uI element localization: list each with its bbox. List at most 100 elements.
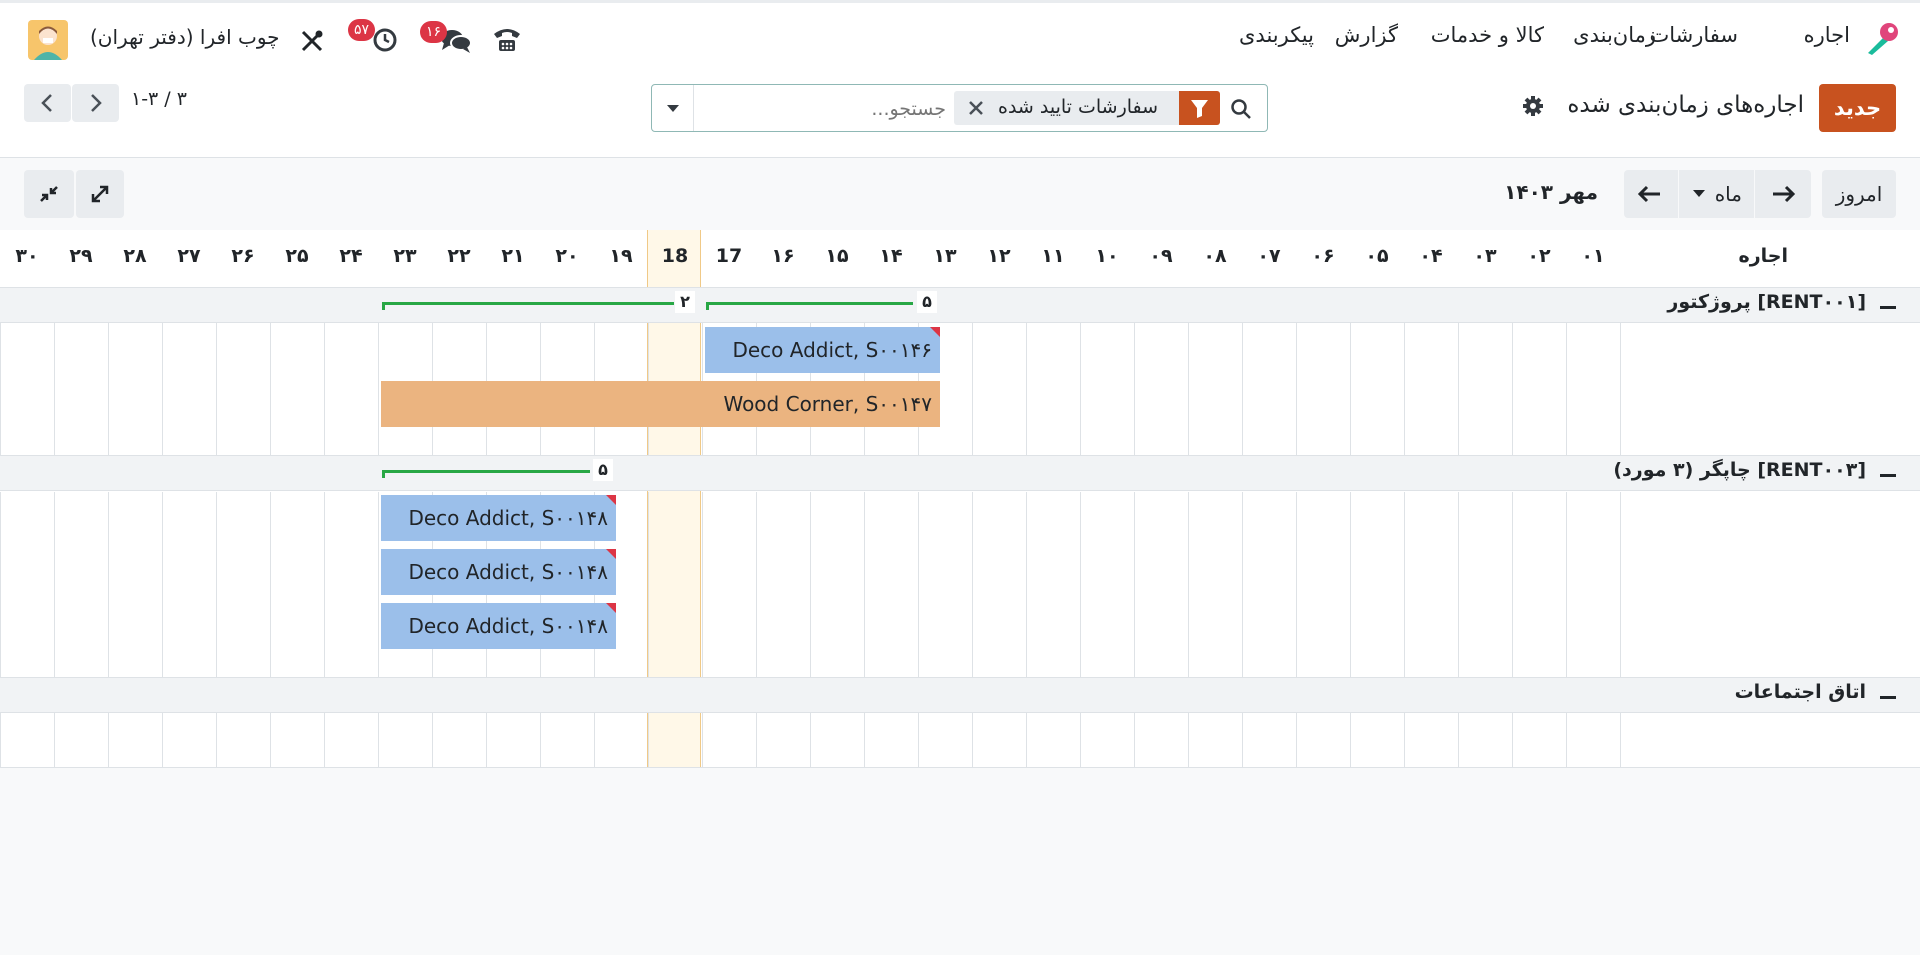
grid-column-line bbox=[1350, 492, 1351, 677]
collapse-rows-button[interactable] bbox=[24, 170, 74, 218]
grid-column-line bbox=[810, 492, 811, 677]
search-icon[interactable] bbox=[1230, 98, 1252, 120]
pager-value[interactable]: ۱-۳ / ۳ bbox=[131, 88, 187, 110]
day-header: ۱۲ bbox=[987, 245, 1011, 267]
menu-products[interactable]: کالا و خدمات bbox=[1431, 23, 1544, 47]
day-header: 17 bbox=[715, 245, 743, 267]
group-label[interactable]: [RENT۰۰۳] چاپگر (۳ مورد) bbox=[1613, 459, 1866, 481]
grid-column-line bbox=[1458, 713, 1459, 768]
app-name[interactable]: اجاره bbox=[1804, 23, 1850, 47]
rental-pill[interactable]: Deco Addict, S۰۰۱۴۸ bbox=[381, 549, 616, 595]
grid-column-line bbox=[108, 492, 109, 677]
grid-column-line bbox=[0, 713, 1, 768]
day-header: ۱۱ bbox=[1041, 245, 1065, 267]
day-header: ۳۰ bbox=[15, 245, 39, 267]
search-input[interactable] bbox=[694, 91, 948, 127]
day-header: ۰۳ bbox=[1473, 245, 1497, 267]
grid-bottom-border bbox=[0, 767, 1920, 768]
grid-column-line bbox=[1188, 713, 1189, 768]
grid-column-line bbox=[1242, 492, 1243, 677]
warning-corner-icon bbox=[606, 549, 616, 559]
grid-column-line bbox=[1242, 713, 1243, 768]
day-header: ۲۳ bbox=[393, 245, 417, 267]
user-avatar[interactable] bbox=[28, 20, 68, 60]
settings-gear-icon[interactable] bbox=[1522, 95, 1544, 117]
day-header: ۱۶ bbox=[771, 245, 795, 267]
grid-column-line bbox=[1404, 492, 1405, 677]
day-header: ۰۵ bbox=[1365, 245, 1389, 267]
day-header: ۲۴ bbox=[339, 245, 363, 267]
new-button[interactable]: جدید bbox=[1819, 84, 1896, 132]
grid-column-line bbox=[162, 713, 163, 768]
grid-column-line bbox=[324, 492, 325, 677]
grid-column-line bbox=[216, 492, 217, 677]
rental-pill[interactable]: Deco Addict, S۰۰۱۴۸ bbox=[381, 603, 616, 649]
rental-pill[interactable]: Wood Corner, S۰۰۱۴۷ bbox=[381, 381, 940, 427]
aggregate-bar bbox=[382, 470, 590, 473]
grid-column-line bbox=[918, 492, 919, 677]
rental-pill[interactable]: Deco Addict, S۰۰۱۴۶ bbox=[705, 327, 940, 373]
grid-column-line bbox=[648, 492, 649, 677]
group-row-meeting-room[interactable] bbox=[0, 677, 1920, 713]
company-switcher[interactable]: چوب افرا (دفتر تهران) bbox=[90, 25, 280, 49]
grid-column-line bbox=[54, 713, 55, 768]
menu-configuration[interactable]: پیکربندی bbox=[1239, 23, 1314, 47]
grid-column-line bbox=[1188, 492, 1189, 677]
tools-icon[interactable] bbox=[300, 29, 324, 53]
day-header: ۰۲ bbox=[1527, 245, 1551, 267]
rental-app-icon[interactable] bbox=[1864, 21, 1900, 57]
facet-remove-icon[interactable] bbox=[968, 100, 984, 116]
activity-clock-icon[interactable] bbox=[372, 27, 398, 53]
grid-column-line bbox=[972, 713, 973, 768]
pager-next-button[interactable] bbox=[72, 84, 119, 122]
period-label: مهر ۱۴۰۳ bbox=[1504, 180, 1598, 204]
collapse-minus-icon[interactable] bbox=[1880, 306, 1896, 309]
prev-period-button[interactable] bbox=[1624, 170, 1678, 218]
activity-count-badge: ۵۷ bbox=[348, 19, 376, 41]
phone-icon[interactable] bbox=[492, 25, 522, 53]
day-header: ۱۰ bbox=[1095, 245, 1119, 267]
pill-label: Deco Addict, S۰۰۱۴۶ bbox=[732, 338, 932, 362]
aggregate-tick bbox=[382, 470, 385, 478]
today-button[interactable]: امروز bbox=[1822, 170, 1896, 218]
menu-reporting[interactable]: گزارش bbox=[1335, 23, 1398, 47]
scale-dropdown[interactable]: ماه bbox=[1679, 170, 1754, 218]
grid-column-line bbox=[594, 713, 595, 768]
day-header: ۲۹ bbox=[69, 245, 93, 267]
group-label[interactable]: [RENT۰۰۱] پروژکتور bbox=[1667, 291, 1866, 313]
grid-column-line bbox=[1566, 492, 1567, 677]
grid-column-line bbox=[1134, 713, 1135, 768]
grid-column-line bbox=[486, 713, 487, 768]
warning-corner-icon bbox=[606, 603, 616, 613]
grid-column-line bbox=[972, 492, 973, 677]
menu-orders[interactable]: سفارشات bbox=[1649, 23, 1738, 47]
expand-icon bbox=[91, 185, 109, 203]
scale-label: ماه bbox=[1714, 182, 1742, 206]
group-row-projector[interactable] bbox=[0, 287, 1920, 323]
grid-column-line bbox=[1458, 492, 1459, 677]
day-header: ۲۷ bbox=[177, 245, 201, 267]
grid-column-line bbox=[1296, 713, 1297, 768]
grid-column-line bbox=[1404, 713, 1405, 768]
pill-label: Wood Corner, S۰۰۱۴۷ bbox=[723, 392, 932, 416]
collapse-minus-icon[interactable] bbox=[1880, 474, 1896, 477]
menu-schedule[interactable]: زمان‌بندی bbox=[1573, 23, 1656, 47]
grid-column-line bbox=[1620, 492, 1621, 677]
next-period-button[interactable] bbox=[1755, 170, 1811, 218]
rental-pill[interactable]: Deco Addict, S۰۰۱۴۸ bbox=[381, 495, 616, 541]
day-header: ۰۷ bbox=[1257, 245, 1281, 267]
search-options-toggle[interactable] bbox=[652, 85, 694, 131]
grid-column-line bbox=[540, 713, 541, 768]
expand-rows-button[interactable] bbox=[76, 170, 124, 218]
grid-column-line bbox=[810, 713, 811, 768]
group-label[interactable]: اتاق اجتماعات bbox=[1735, 681, 1866, 703]
grid-column-line bbox=[1620, 713, 1621, 768]
aggregate-bar bbox=[382, 302, 674, 305]
grid-column-line bbox=[270, 713, 271, 768]
day-header: ۰۱ bbox=[1581, 245, 1605, 267]
pager-prev-button[interactable] bbox=[24, 84, 71, 122]
warning-corner-icon bbox=[930, 327, 940, 337]
day-header: ۲۲ bbox=[447, 245, 471, 267]
collapse-minus-icon[interactable] bbox=[1880, 696, 1896, 699]
caret-down-icon bbox=[1693, 190, 1705, 197]
